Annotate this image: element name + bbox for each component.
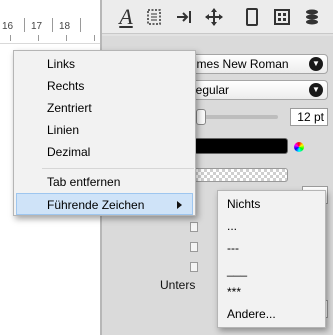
menu-item-remove-tab[interactable]: Tab entfernen <box>14 171 195 193</box>
inspector-toolbar: A <box>102 0 333 34</box>
submenu-item-dashes[interactable]: --- <box>218 237 325 259</box>
submenu-item-dots[interactable]: ... <box>218 215 325 237</box>
ruler-tick <box>38 35 39 41</box>
font-size-slider-knob[interactable] <box>196 109 206 125</box>
leader-label: Führende Zeichen <box>47 198 145 212</box>
menu-item-linien[interactable]: Linien <box>14 119 195 141</box>
text-style-icon[interactable]: A <box>114 4 138 29</box>
font-family-select[interactable]: Times New Roman ▼ <box>182 54 328 74</box>
menu-item-links[interactable]: Links <box>14 53 195 75</box>
color-wheel-icon[interactable] <box>294 142 304 152</box>
font-family-value: Times New Roman <box>187 57 289 71</box>
submenu-item-asterisks[interactable]: *** <box>218 281 325 303</box>
font-style-select[interactable]: Regular ▼ <box>182 80 328 100</box>
ruler-tick <box>66 35 67 41</box>
text-color-well[interactable] <box>194 138 288 154</box>
submenu-item-other[interactable]: Andere... <box>218 303 325 325</box>
style-checkbox[interactable] <box>190 242 198 252</box>
ruler-tick <box>80 18 81 32</box>
tab-context-menu: Links Rechts Zentriert Linien Dezimal Ta… <box>13 50 196 216</box>
ruler-tick <box>10 35 11 41</box>
paragraph-icon[interactable] <box>142 5 166 29</box>
pattern-icon[interactable] <box>270 5 294 29</box>
submenu-item-none[interactable]: Nichts <box>218 193 325 215</box>
submenu-item-underline[interactable]: ___ <box>218 259 325 281</box>
ruler-tick <box>94 35 95 41</box>
submenu-arrow-icon <box>177 201 182 209</box>
menu-item-leader-characters[interactable]: Führende Zeichen <box>16 193 193 215</box>
ruler-tick <box>52 18 53 32</box>
font-size-field[interactable]: 12 pt <box>290 108 328 126</box>
chevron-down-icon: ▼ <box>309 83 323 97</box>
chevron-down-icon: ▼ <box>309 57 323 71</box>
background-color-well[interactable] <box>194 168 288 182</box>
menu-item-rechts[interactable]: Rechts <box>14 75 195 97</box>
ruler-number: 18 <box>59 21 71 32</box>
tab-icon[interactable] <box>172 5 196 29</box>
underline-label: Unters <box>160 278 196 292</box>
ruler-number: 16 <box>2 21 14 32</box>
style-checkbox[interactable] <box>190 222 198 232</box>
menu-item-zentriert[interactable]: Zentriert <box>14 97 195 119</box>
ruler-tick <box>24 18 25 32</box>
page-icon[interactable] <box>240 5 264 29</box>
horizontal-ruler[interactable]: 16 17 18 <box>0 0 100 44</box>
menu-divider <box>42 168 194 169</box>
menu-item-dezimal[interactable]: Dezimal <box>14 141 195 163</box>
move-icon[interactable] <box>202 5 226 29</box>
layers-icon[interactable] <box>300 5 324 29</box>
leader-submenu: Nichts ... --- ___ *** Andere... <box>217 190 326 328</box>
style-checkbox[interactable] <box>190 262 198 272</box>
ruler-number: 17 <box>31 21 43 32</box>
